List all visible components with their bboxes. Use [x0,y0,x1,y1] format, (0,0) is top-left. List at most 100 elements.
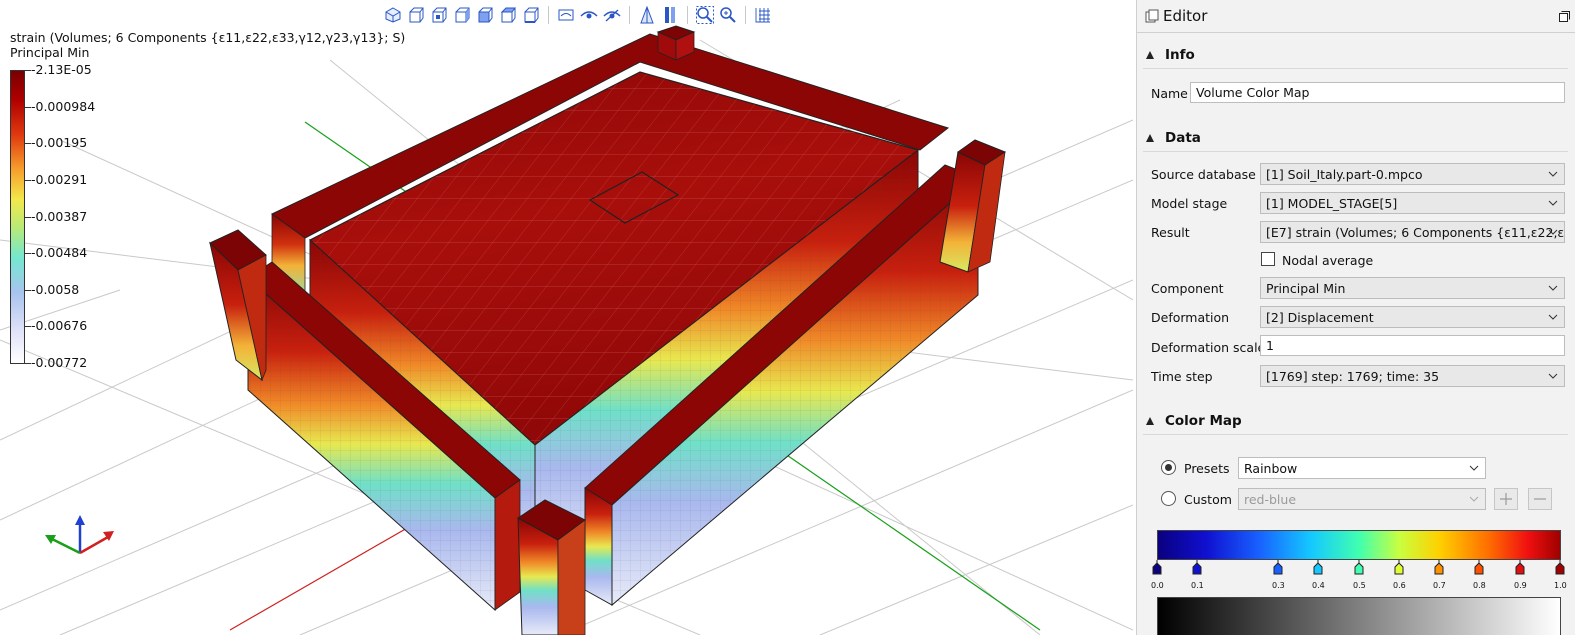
editor-panel: Editor Info Name Volume Color Map Data S… [1136,0,1575,635]
color-stop-handle[interactable] [1515,560,1525,579]
custom-select[interactable]: red-blue [1238,488,1486,510]
color-stop-handle[interactable] [1192,560,1202,579]
remove-stop-button[interactable] [1528,488,1552,510]
show-edges-icon[interactable] [556,5,576,25]
section-data[interactable]: Data [1165,130,1201,146]
name-field[interactable]: Volume Color Map [1190,82,1565,103]
section-color-map[interactable]: Color Map [1165,413,1242,429]
zoom-fit-icon[interactable] [695,5,715,25]
color-stop-handle[interactable] [1474,560,1484,579]
plus-icon [1500,493,1512,505]
view-left-icon[interactable] [452,5,472,25]
view-top-icon[interactable] [498,5,518,25]
chevron-down-icon [1548,200,1558,206]
custom-label: Custom [1184,492,1232,507]
color-stop-handle[interactable] [1434,560,1444,579]
collapse-icon[interactable] [1145,133,1155,143]
clip-icon[interactable] [660,5,680,25]
model-render[interactable] [0,0,1133,635]
axis-triad [45,515,114,555]
color-stop-label: 0.1 [1191,581,1204,590]
deformation-scale-field[interactable]: 1 [1260,335,1565,356]
add-stop-button[interactable] [1494,488,1518,510]
presets-label: Presets [1184,461,1230,476]
legend-tick-label: -0.00772 [31,355,88,370]
color-stop-label: 0.0 [1151,581,1164,590]
color-stop-label: 0.3 [1272,581,1285,590]
presets-select[interactable]: Rainbow [1238,457,1486,479]
chevron-down-icon [1469,496,1479,502]
hide-icon[interactable] [602,5,622,25]
toolbar-separator [745,6,746,24]
chevron-down-icon [1548,314,1558,320]
nodal-average-checkbox[interactable] [1261,252,1275,266]
result-select[interactable]: [E7] strain (Volumes; 6 Components {ε11,… [1260,221,1565,243]
custom-value: red-blue [1244,492,1297,507]
toolbar-separator [548,6,549,24]
zoom-icon[interactable] [718,5,738,25]
model-stage-select[interactable]: [1] MODEL_STAGE[5] [1260,192,1565,214]
color-stop-label: 0.5 [1353,581,1366,590]
opacity-gradient[interactable] [1157,597,1561,635]
editor-title: Editor [1163,7,1208,25]
color-stop-label: 0.6 [1393,581,1406,590]
source-database-select[interactable]: [1] Soil_Italy.part-0.mpco [1260,163,1565,185]
perspective-icon[interactable] [637,5,657,25]
presets-value: Rainbow [1244,461,1298,476]
color-stop-handle[interactable] [1394,560,1404,579]
time-step-value: [1769] step: 1769; time: 35 [1266,369,1440,384]
collapse-icon[interactable] [1145,416,1155,426]
component-value: Principal Min [1266,281,1346,296]
source-database-value: [1] Soil_Italy.part-0.mpco [1266,167,1423,182]
section-info[interactable]: Info [1165,47,1195,63]
color-stop-handle[interactable] [1555,560,1565,579]
result-value: [E7] strain (Volumes; 6 Components {ε11,… [1266,225,1565,240]
chevron-down-icon [1548,171,1558,177]
color-stop-label: 0.9 [1514,581,1527,590]
collapse-icon[interactable] [1145,50,1155,60]
nodal-average-label: Nodal average [1282,253,1374,268]
color-stop-label: 0.7 [1433,581,1446,590]
editor-header: Editor [1137,0,1575,33]
color-stop-handle[interactable] [1354,560,1364,579]
deformation-label: Deformation [1151,310,1230,325]
model-stage-value: [1] MODEL_STAGE[5] [1266,196,1398,211]
view-bottom-icon[interactable] [521,5,541,25]
grid-icon[interactable] [753,5,773,25]
source-database-label: Source database [1151,167,1256,182]
color-stop-label: 0.4 [1312,581,1325,590]
legend-tick-label: -0.0058 [31,282,80,297]
editor-icon [1145,9,1159,23]
undock-icon[interactable] [1559,11,1570,22]
name-label: Name [1151,86,1188,101]
color-stop-handle[interactable] [1313,560,1323,579]
deformation-value: [2] Displacement [1266,310,1374,325]
legend-tick-label: -0.00291 [31,172,88,187]
deformation-select[interactable]: [2] Displacement [1260,306,1565,328]
custom-radio[interactable] [1161,491,1176,506]
minus-icon [1534,498,1546,500]
legend-tick-label: -0.00387 [31,209,88,224]
color-stop-handle[interactable] [1273,560,1283,579]
legend-tick-label: -0.00484 [31,245,88,260]
divider [1143,151,1568,152]
component-label: Component [1151,281,1224,296]
chevron-down-icon [1469,465,1479,471]
component-select[interactable]: Principal Min [1260,277,1565,299]
color-stop-handle[interactable] [1152,560,1162,579]
time-step-select[interactable]: [1769] step: 1769; time: 35 [1260,365,1565,387]
color-map-gradient[interactable] [1157,530,1561,560]
iso-view-icon[interactable] [383,5,403,25]
3d-viewport[interactable]: strain (Volumes; 6 Components {ε11,ε22,ε… [0,0,1133,635]
view-toolbar [383,4,773,26]
view-right-icon[interactable] [475,5,495,25]
chevron-down-icon [1548,285,1558,291]
eye-icon[interactable] [579,5,599,25]
color-stop-label: 0.8 [1473,581,1486,590]
chevron-down-icon [1548,229,1558,235]
presets-radio[interactable] [1161,460,1176,475]
view-back-icon[interactable] [429,5,449,25]
chevron-down-icon [1548,373,1558,379]
legend-tick-label: -0.00676 [31,318,88,333]
view-front-icon[interactable] [406,5,426,25]
